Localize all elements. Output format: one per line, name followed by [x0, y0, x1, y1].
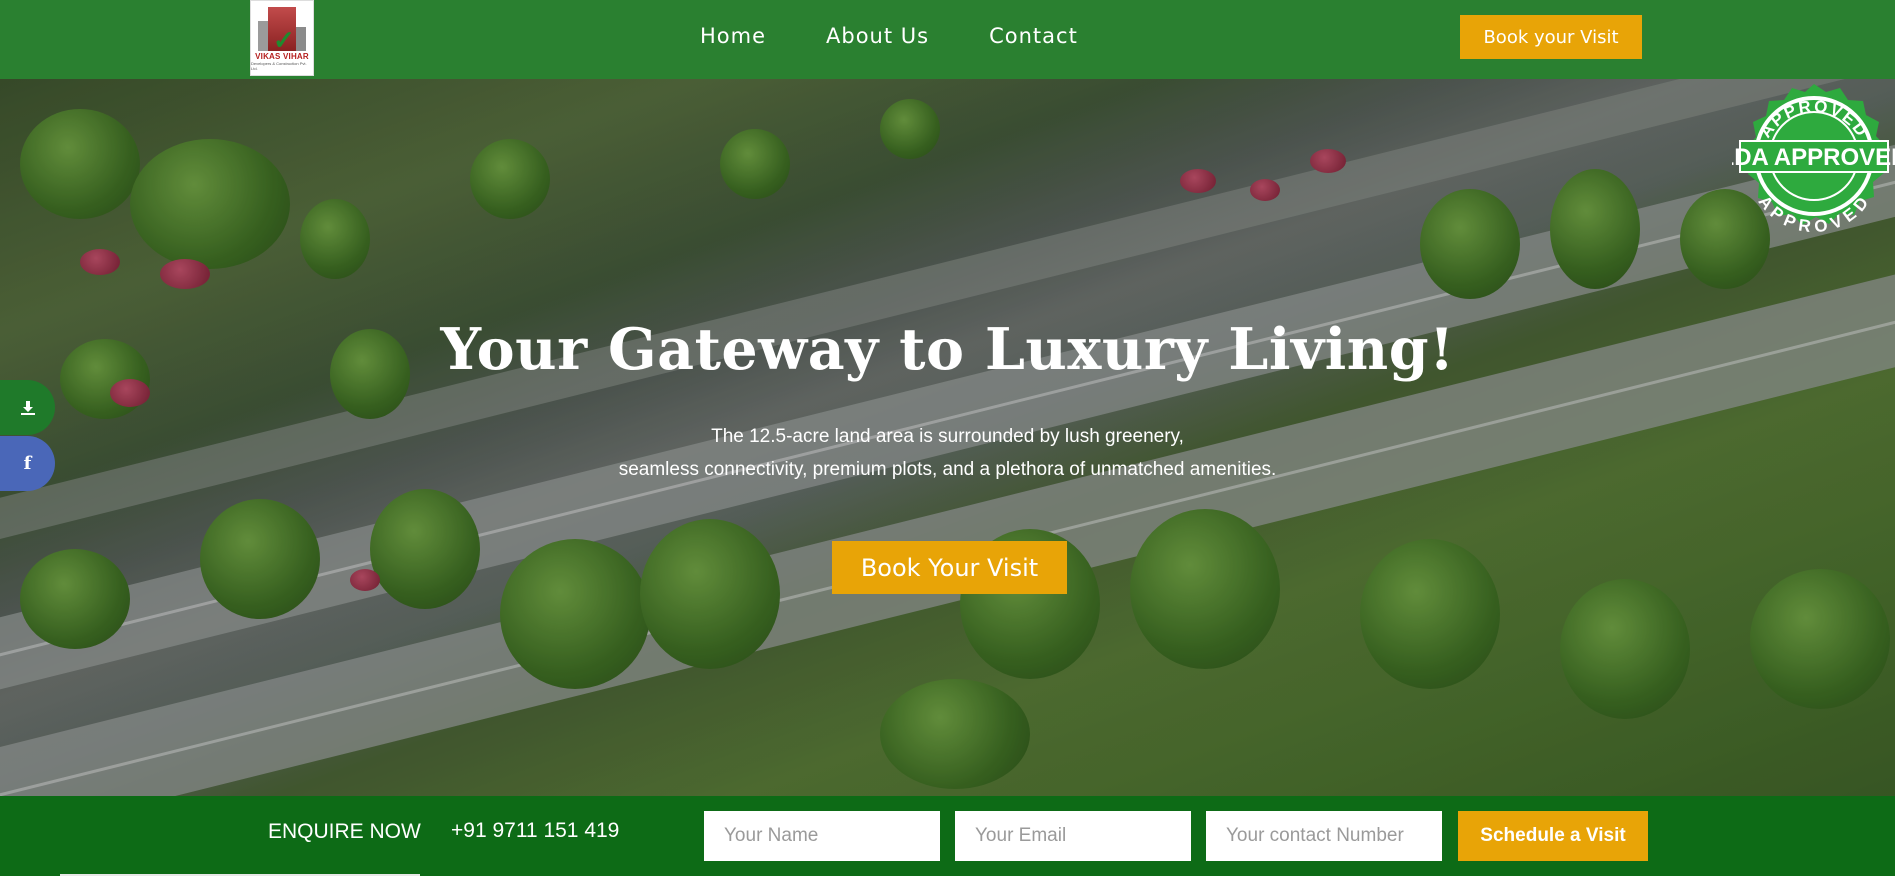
nav-about-us-link[interactable]: About Us — [826, 24, 929, 48]
stamp-center-text: LDA APPROVED — [1732, 144, 1895, 171]
download-icon — [20, 400, 35, 415]
download-brochure-button[interactable] — [0, 380, 55, 435]
book-your-visit-header-button[interactable]: Book your Visit — [1460, 15, 1642, 59]
hero-subtitle-line-2: seamless connectivity, premium plots, an… — [618, 459, 1277, 480]
main-nav: Home About Us Contact — [700, 24, 1078, 48]
nav-home-link[interactable]: Home — [700, 24, 766, 48]
contact-number-input[interactable] — [1206, 811, 1442, 861]
navbar: ✓ VIKAS VIHAR Developers & Construction … — [0, 0, 1895, 79]
hero-subtitle: The 12.5-acre land area is surrounded by… — [0, 420, 1895, 486]
nav-contact-link[interactable]: Contact — [989, 24, 1078, 48]
logo-subtext: Developers & Construction Pvt. Ltd. — [251, 61, 307, 71]
checkmark-icon: ✓ — [273, 25, 295, 55]
vikas-vihar-logo[interactable]: ✓ VIKAS VIHAR Developers & Construction … — [250, 0, 314, 76]
book-your-visit-hero-button[interactable]: Book Your Visit — [832, 541, 1067, 594]
name-input[interactable] — [704, 811, 940, 861]
hero-title: Your Gateway to Luxury Living! — [440, 316, 1455, 383]
enquire-now-label: ENQUIRE NOW — [268, 820, 421, 843]
hero-subtitle-line-1: The 12.5-acre land area is surrounded by… — [711, 426, 1184, 447]
phone-number[interactable]: +91 9711 151 419 — [451, 819, 619, 843]
enquiry-bar: ENQUIRE NOW +91 9711 151 419 Schedule a … — [0, 796, 1895, 876]
email-input[interactable] — [955, 811, 1191, 861]
facebook-button[interactable]: f — [0, 436, 55, 491]
schedule-a-visit-button[interactable]: Schedule a Visit — [1458, 811, 1648, 861]
lda-approved-stamp: LDA APPROVED APPROVED APPROVED — [1732, 84, 1895, 236]
facebook-icon: f — [23, 453, 32, 474]
